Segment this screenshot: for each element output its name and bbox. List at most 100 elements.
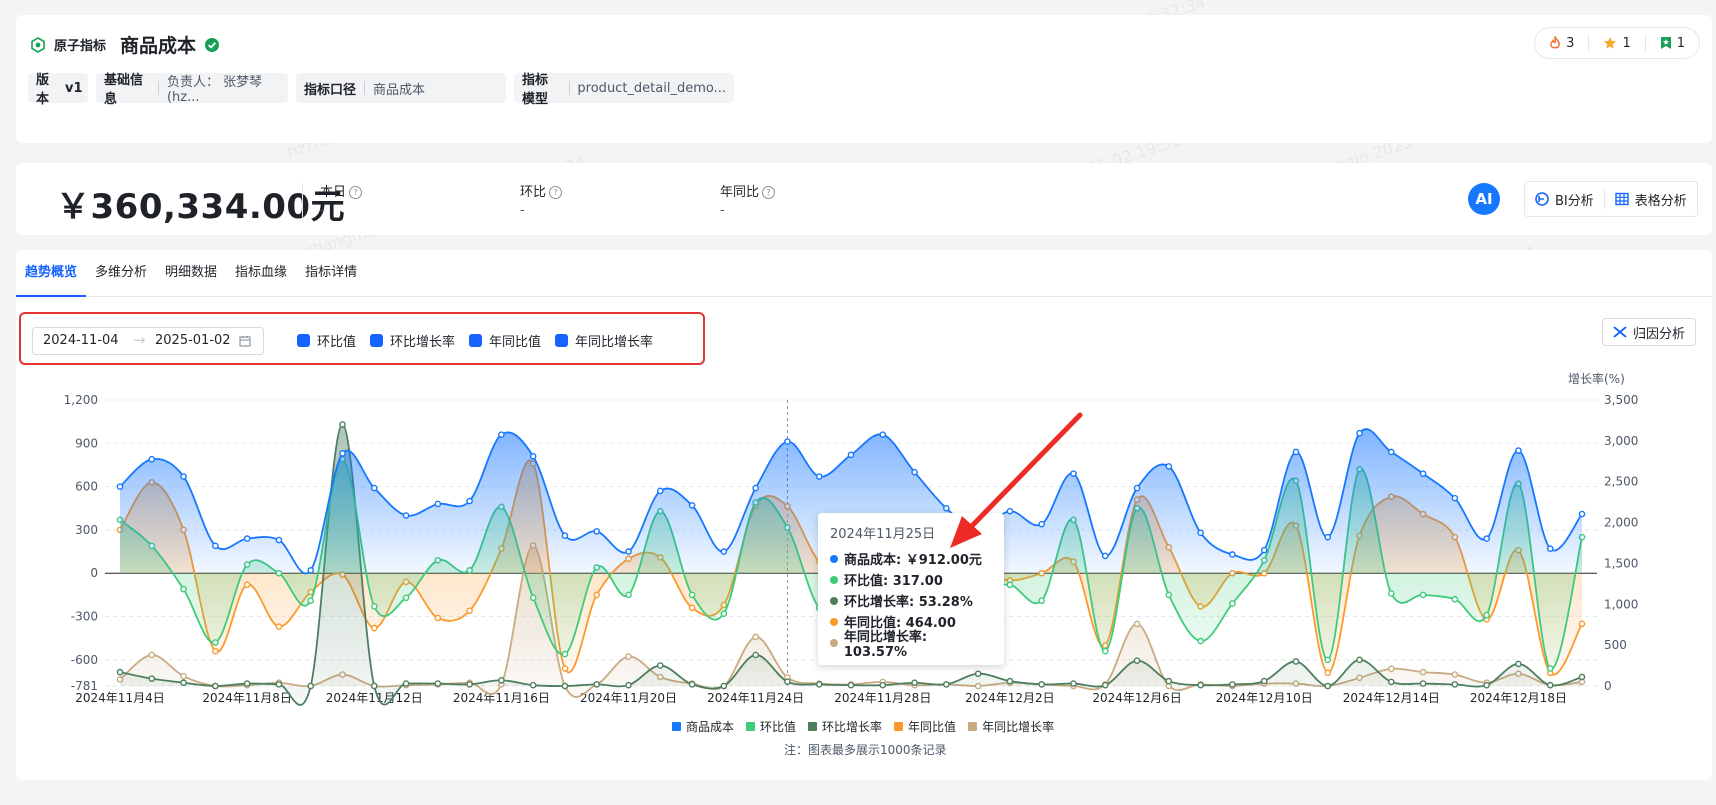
legend-swatch: [894, 722, 904, 731]
checkbox-mom-value[interactable]: 环比值: [297, 331, 356, 350]
attribution-icon: [1613, 326, 1627, 338]
checkbox-label: 年同比增长率: [575, 335, 654, 350]
checkbox-yoy-rate[interactable]: 年同比增长率: [555, 331, 653, 350]
hexagon-logo-icon: [31, 36, 45, 53]
checkbox-yoy-value[interactable]: 年同比值: [469, 331, 541, 350]
tooltip-row-label: 商品成本: ￥912.00元: [844, 553, 982, 568]
star-icon: [1604, 37, 1617, 49]
legend-label: 商品成本: [686, 720, 735, 734]
filter-bar-highlight: 2024-11-04 → 2025-01-02 环比值 环比增长率 年同比值 年…: [19, 312, 705, 365]
table-analysis-label: 表格分析: [1634, 193, 1687, 209]
checkbox-checked-icon[interactable]: [297, 334, 310, 347]
legend-item[interactable]: 年同比增长率: [968, 718, 1054, 735]
engagement-badges: 3 1 1: [1534, 27, 1700, 59]
chart-legend: 商品成本 环比值 环比增长率 年同比值 年同比增长率: [672, 718, 1054, 735]
checkbox-label: 年同比值: [489, 335, 542, 350]
title-row: 原子指标 商品成本: [30, 31, 220, 58]
checkbox-checked-icon[interactable]: [370, 334, 384, 347]
brand-label: 原子指标: [54, 39, 107, 54]
legend-item[interactable]: 年同比值: [894, 718, 956, 735]
verified-check-icon: [205, 37, 220, 52]
star-badge[interactable]: 1: [1588, 34, 1644, 52]
bookmark-star-icon: [1660, 37, 1671, 49]
metric-label: 本日: [320, 185, 347, 200]
hot-count: 3: [1566, 35, 1575, 51]
help-icon[interactable]: ?: [349, 186, 363, 199]
metric-today: 本日? -: [320, 181, 363, 218]
tag-label: 版本: [36, 73, 50, 107]
metric-value: -: [520, 203, 525, 218]
ai-assistant-button[interactable]: AI: [1468, 183, 1500, 215]
tab-trend-overview[interactable]: 趋势概览: [16, 250, 87, 297]
tag-basic-info[interactable]: 基础信息 负责人： 张梦琴(hz...: [96, 73, 288, 107]
metric-header-card: 原子指标 商品成本 版本 v1 基础信息 负责人： 张梦琴(hz... 指标口径 商品…: [16, 15, 1712, 143]
metric-mom: 环比? -: [520, 181, 563, 218]
tag-value: v1: [65, 80, 83, 96]
tooltip-row-label: 环比增长率: 53.28%: [844, 595, 973, 610]
legend-swatch: [968, 722, 978, 731]
bi-analysis-button[interactable]: BI分析: [1525, 190, 1604, 209]
legend-swatch: [672, 722, 681, 731]
tab-multi-dim[interactable]: 多维分析: [86, 250, 156, 296]
tab-bar: 趋势概览 多维分析 明细数据 指标血缘 指标详情: [16, 250, 1712, 297]
checkbox-label: 环比增长率: [390, 335, 456, 350]
tab-metric-detail[interactable]: 指标详情: [296, 250, 366, 296]
legend-item[interactable]: 环比值: [746, 718, 796, 735]
bi-logo-icon: [1535, 192, 1549, 206]
tab-detail-data[interactable]: 明细数据: [156, 250, 226, 296]
attribution-analysis-button[interactable]: 归因分析: [1602, 318, 1697, 346]
legend-item[interactable]: 商品成本: [672, 718, 734, 735]
metric-label: 环比: [520, 185, 547, 200]
tag-label: 指标模型: [522, 73, 549, 107]
tooltip-row-label: 年同比增长率: 103.57%: [843, 629, 928, 660]
series-dot: [830, 554, 838, 563]
tag-label: 指标口径: [304, 82, 357, 98]
tooltip-row: 年同比增长率: 103.57%: [830, 630, 992, 660]
analysis-button-group: BI分析 表格分析: [1524, 181, 1698, 217]
checkbox-checked-icon[interactable]: [469, 334, 483, 347]
flame-icon: [1550, 36, 1561, 49]
divider: [302, 183, 303, 217]
help-icon[interactable]: ?: [762, 186, 776, 199]
bi-analysis-label: BI分析: [1555, 193, 1594, 209]
table-analysis-button[interactable]: 表格分析: [1603, 189, 1697, 209]
tag-value: 负责人： 张梦琴(hz...: [166, 75, 263, 105]
calendar-icon[interactable]: [239, 335, 251, 347]
hot-badge[interactable]: 3: [1535, 34, 1588, 52]
legend-label: 年同比值: [908, 720, 957, 734]
metric-value: -: [320, 203, 325, 218]
legend-label: 环比增长率: [822, 720, 883, 734]
legend-label: 环比值: [760, 720, 797, 734]
help-icon[interactable]: ?: [549, 186, 563, 199]
end-date[interactable]: 2025-01-02: [155, 333, 231, 348]
page-title: 商品成本: [120, 35, 197, 57]
tooltip-row: 商品成本: ￥912.00元: [830, 548, 992, 569]
tag-model[interactable]: 指标模型 product_detail_demo...: [514, 73, 734, 107]
tag-label: 基础信息: [104, 73, 144, 107]
date-range-picker[interactable]: 2024-11-04 → 2025-01-02: [32, 327, 264, 355]
arrow-right-icon: →: [133, 331, 146, 349]
series-dot: [830, 596, 838, 605]
legend-item[interactable]: 环比增长率: [808, 718, 882, 735]
bookmark-badge[interactable]: 1: [1644, 34, 1699, 52]
kpi-card: ￥360,334.00元 本日? - 环比? - 年同比? - AI BI分析 …: [16, 163, 1712, 235]
metric-label: 年同比: [720, 185, 760, 200]
series-dot: [830, 617, 838, 626]
metric-value: -: [720, 203, 725, 218]
series-dot: [830, 638, 838, 647]
checkbox-mom-rate[interactable]: 环比增长率: [370, 331, 455, 350]
tag-caliber[interactable]: 指标口径 商品成本: [296, 73, 506, 103]
star-count: 1: [1622, 35, 1631, 51]
attribution-label: 归因分析: [1633, 326, 1686, 342]
legend-swatch: [746, 722, 756, 731]
tab-lineage[interactable]: 指标血缘: [226, 250, 296, 296]
tag-value: product_detail_demo...: [577, 80, 726, 96]
metric-yoy: 年同比? -: [720, 181, 776, 218]
tag-version: 版本 v1: [28, 73, 88, 107]
chart-tooltip: 2024年11月25日 商品成本: ￥912.00元 环比值: 317.00 环…: [818, 513, 1004, 665]
checkbox-checked-icon[interactable]: [555, 334, 569, 347]
series-dot: [830, 575, 838, 584]
start-date[interactable]: 2024-11-04: [43, 333, 119, 348]
legend-label: 年同比增长率: [982, 720, 1055, 734]
tooltip-row-label: 环比值: 317.00: [844, 574, 943, 589]
